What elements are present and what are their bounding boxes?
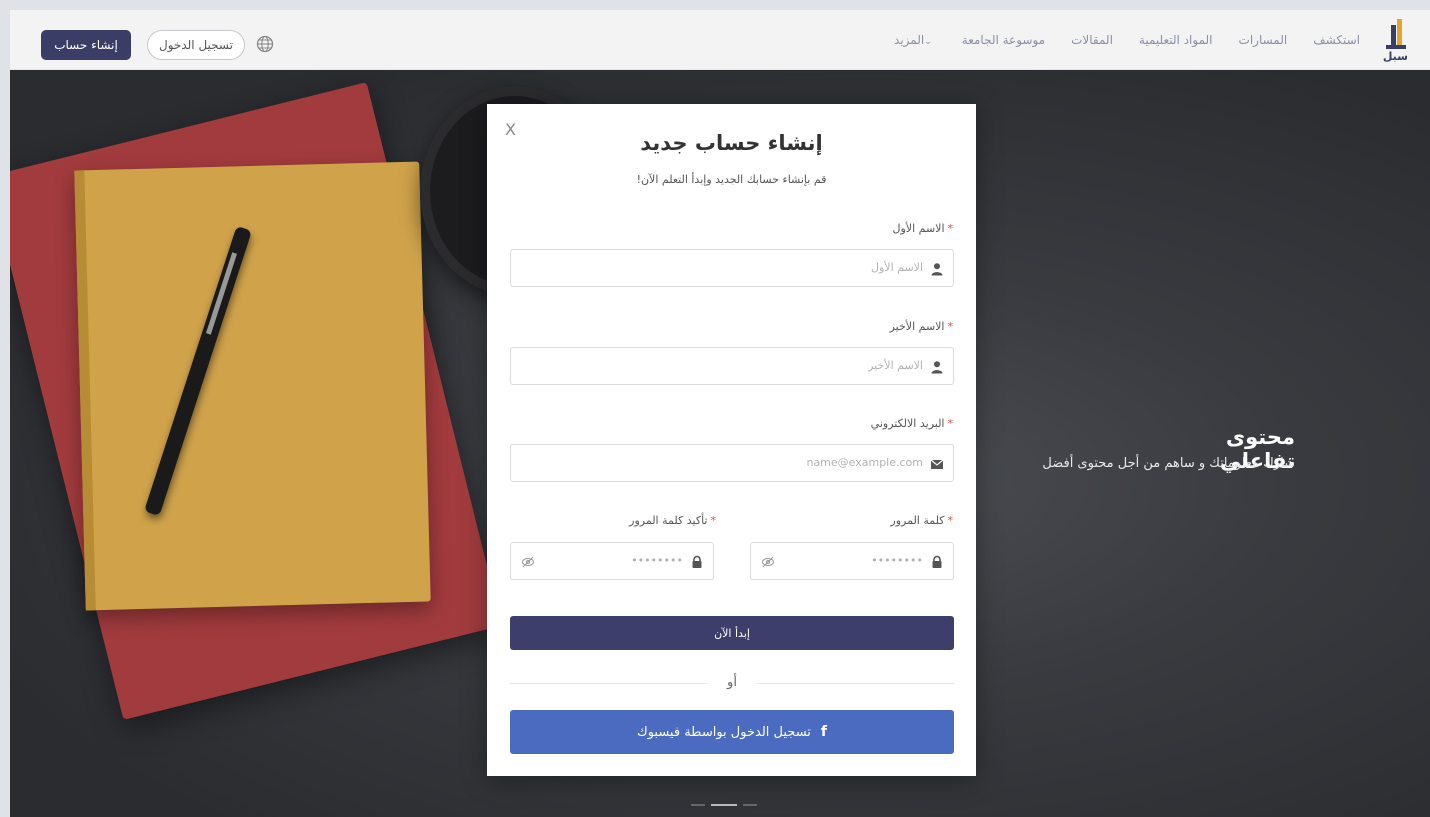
nav-more-label: المزيد bbox=[894, 33, 925, 47]
confirm-password-placeholder: •••••••• bbox=[631, 554, 683, 567]
signup-modal: X إنشاء حساب جديد قم بإنشاء حسابك الجديد… bbox=[487, 104, 976, 776]
facebook-login-label: تسجيل الدخول بواسطة فيسبوك bbox=[636, 724, 811, 740]
lock-icon bbox=[692, 555, 702, 568]
email-label-text: البريد الالكتروني bbox=[870, 417, 945, 430]
start-now-button[interactable]: إبدأ الآن bbox=[510, 616, 954, 650]
first-name-placeholder: الاسم الأول bbox=[871, 261, 923, 274]
nav-item-more[interactable]: المزيد⌄ bbox=[894, 33, 936, 47]
signup-button[interactable]: إنشاء حساب bbox=[41, 30, 131, 60]
nav-item-paths[interactable]: المسارات bbox=[1239, 33, 1288, 47]
password-placeholder: •••••••• bbox=[871, 554, 923, 567]
first-name-field[interactable]: الاسم الأول bbox=[510, 249, 954, 287]
logo-base bbox=[1386, 45, 1406, 49]
last-name-field[interactable]: الاسم الأخير bbox=[510, 347, 954, 385]
password-field[interactable]: •••••••• bbox=[750, 542, 954, 580]
last-name-label-text: الاسم الأخير bbox=[889, 320, 945, 333]
nav-item-materials[interactable]: المواد التعليمية bbox=[1139, 33, 1213, 47]
nav-item-encyclopedia[interactable]: موسوعة الجامعة bbox=[962, 33, 1045, 47]
carousel-dot[interactable] bbox=[691, 804, 705, 806]
modal-title: إنشاء حساب جديد bbox=[640, 131, 823, 155]
email-placeholder: name@example.com bbox=[806, 456, 923, 469]
carousel-dot-active[interactable] bbox=[711, 804, 737, 806]
site-logo[interactable]: سبل bbox=[1378, 19, 1416, 63]
email-label: *البريد الالكتروني bbox=[871, 417, 953, 430]
chevron-down-icon: ⌄ bbox=[924, 37, 932, 47]
required-mark: * bbox=[710, 514, 717, 527]
envelope-icon bbox=[930, 459, 944, 469]
nav-item-explore[interactable]: استكشف bbox=[1313, 33, 1360, 47]
yellow-notebook-image bbox=[74, 161, 431, 611]
last-name-placeholder: الاسم الأخير bbox=[868, 359, 923, 372]
password-label: *كلمة المرور bbox=[890, 514, 953, 527]
user-icon bbox=[931, 361, 943, 374]
required-mark: * bbox=[947, 514, 954, 527]
last-name-label: *الاسم الأخير bbox=[890, 320, 953, 333]
lock-icon bbox=[932, 555, 942, 568]
logo-text: سبل bbox=[1382, 50, 1408, 63]
eye-slash-icon[interactable] bbox=[521, 555, 535, 569]
first-name-label: *الاسم الأول bbox=[893, 222, 954, 235]
globe-icon[interactable] bbox=[256, 35, 274, 53]
login-button[interactable]: تسجيل الدخول bbox=[147, 30, 245, 60]
user-icon bbox=[931, 263, 943, 276]
carousel-indicators bbox=[691, 804, 757, 806]
facebook-login-button[interactable]: f تسجيل الدخول بواسطة فيسبوك bbox=[510, 710, 954, 754]
email-field[interactable]: name@example.com bbox=[510, 444, 954, 482]
logo-bar-gold bbox=[1397, 19, 1402, 45]
required-mark: * bbox=[947, 417, 954, 430]
first-name-label-text: الاسم الأول bbox=[892, 222, 945, 235]
browser-viewport: سبل استكشف المسارات المواد التعليمية الم… bbox=[10, 10, 1430, 817]
carousel-dot[interactable] bbox=[743, 804, 757, 806]
nav-item-articles[interactable]: المقالات bbox=[1071, 33, 1113, 47]
modal-subtitle: قم بإنشاء حسابك الجديد وإبدأ التعلم الآن… bbox=[636, 173, 827, 186]
or-divider: أو bbox=[510, 674, 954, 694]
top-navbar: سبل استكشف المسارات المواد التعليمية الم… bbox=[10, 10, 1430, 70]
facebook-icon: f bbox=[820, 724, 828, 740]
required-mark: * bbox=[947, 320, 954, 333]
hero-subtitle: شارك معلوماتك و ساهم من أجل محتوى أفضل bbox=[1042, 456, 1295, 471]
divider-line bbox=[510, 683, 707, 684]
password-label-text: كلمة المرور bbox=[890, 514, 945, 527]
eye-slash-icon[interactable] bbox=[761, 555, 775, 569]
logo-bar-navy bbox=[1391, 25, 1396, 45]
main-nav: استكشف المسارات المواد التعليمية المقالا… bbox=[894, 10, 1360, 70]
confirm-password-label: *تأكيد كلمة المرور bbox=[629, 514, 716, 527]
confirm-password-field[interactable]: •••••••• bbox=[510, 542, 714, 580]
confirm-password-label-text: تأكيد كلمة المرور bbox=[629, 514, 708, 527]
required-mark: * bbox=[947, 222, 954, 235]
